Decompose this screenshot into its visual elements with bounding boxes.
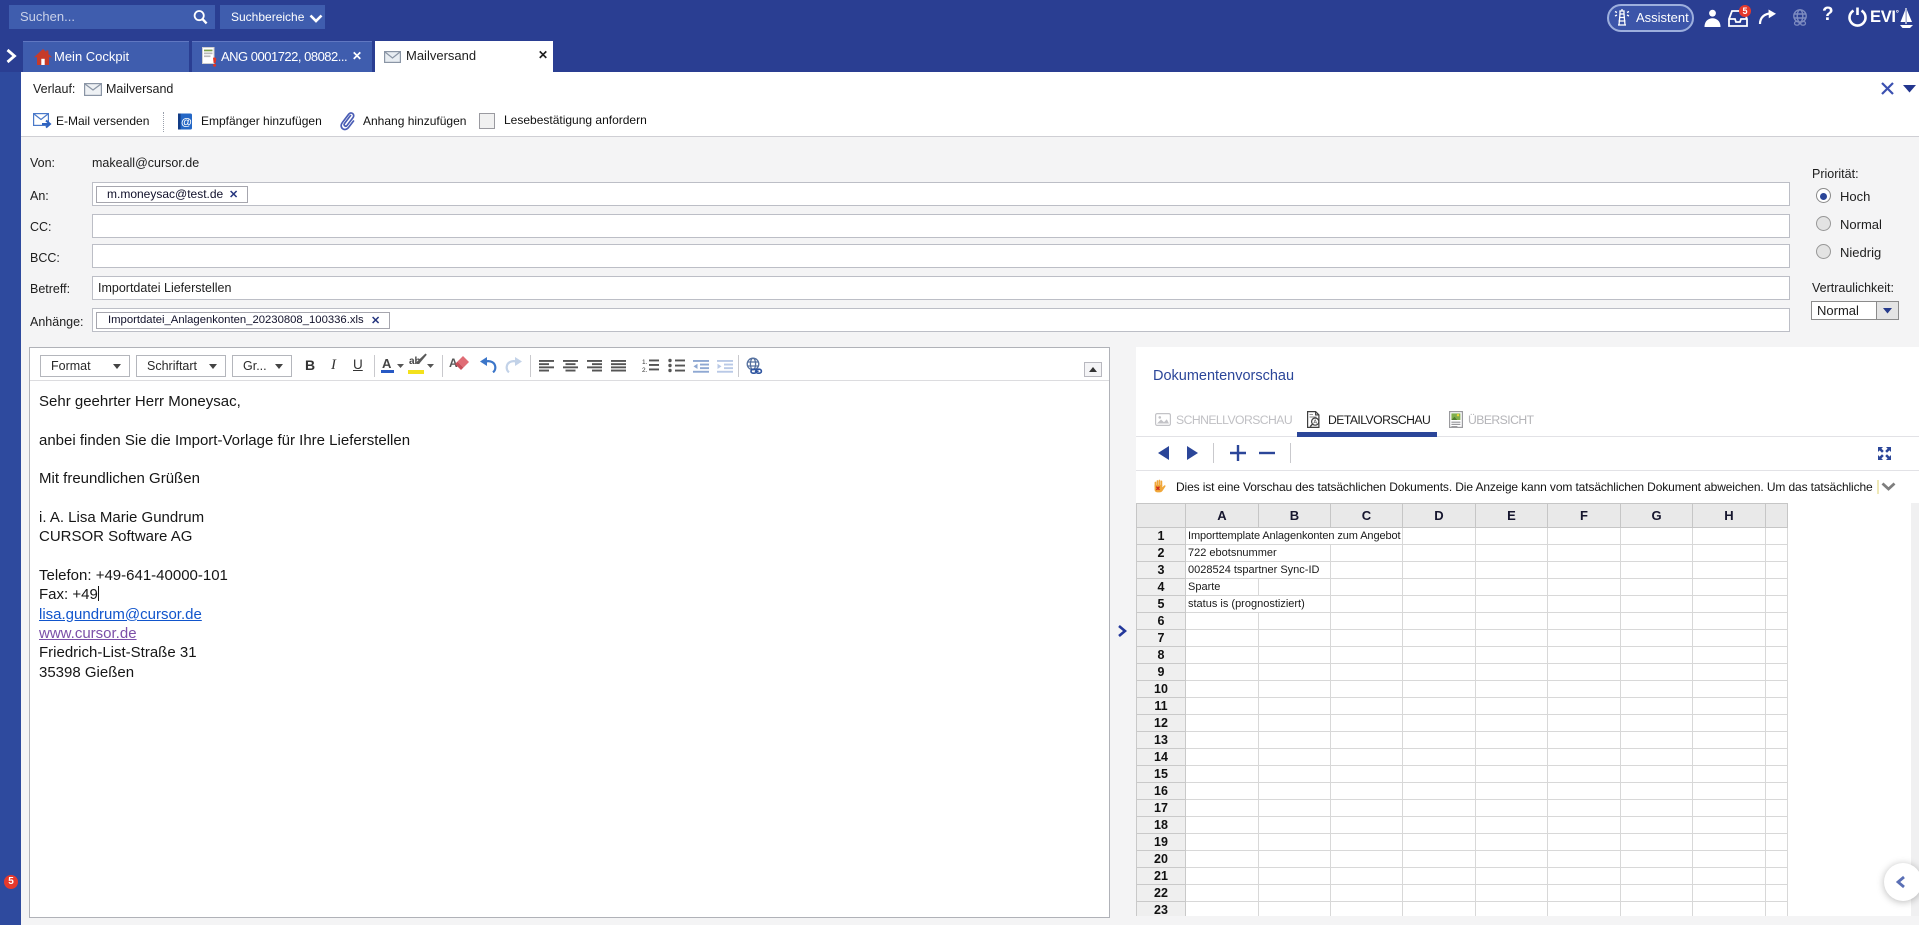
svg-text:1.: 1.: [642, 359, 648, 366]
svg-text:@: @: [181, 116, 192, 128]
svg-text:A: A: [1313, 420, 1317, 426]
svg-text:2.: 2.: [642, 367, 648, 373]
